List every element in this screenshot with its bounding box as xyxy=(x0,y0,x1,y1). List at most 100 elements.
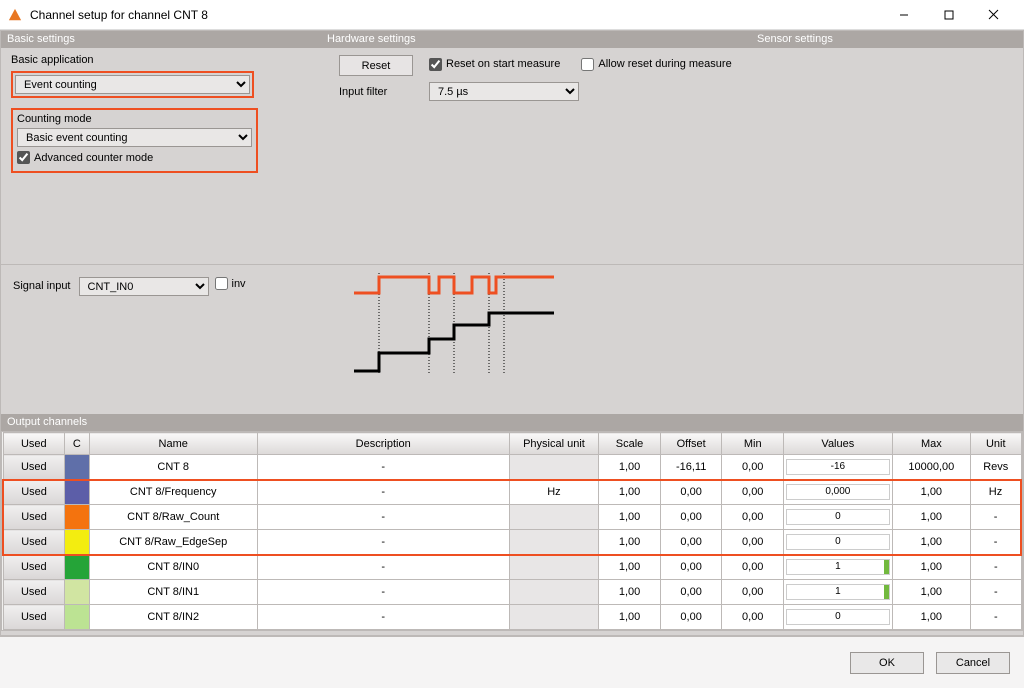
allow-reset-input[interactable] xyxy=(581,58,594,71)
scale-value[interactable]: 1,00 xyxy=(599,555,661,580)
unit-value[interactable]: - xyxy=(971,505,1021,530)
color-swatch[interactable] xyxy=(65,555,90,580)
close-button[interactable] xyxy=(971,0,1016,30)
ok-button[interactable]: OK xyxy=(850,652,924,674)
max-value[interactable]: 1,00 xyxy=(892,580,970,605)
signal-input-select[interactable]: CNT_IN0 xyxy=(79,277,209,296)
column-header[interactable]: Description xyxy=(257,433,509,455)
counting-mode-select[interactable]: Basic event counting xyxy=(17,128,252,147)
physical-unit[interactable] xyxy=(509,555,599,580)
used-button[interactable]: Used xyxy=(3,605,65,630)
physical-unit[interactable]: Hz xyxy=(509,480,599,505)
color-swatch[interactable] xyxy=(65,605,90,630)
offset-value[interactable]: 0,00 xyxy=(660,530,722,555)
channel-name[interactable]: CNT 8/Raw_EdgeSep xyxy=(89,530,257,555)
scale-value[interactable]: 1,00 xyxy=(599,480,661,505)
signal-inv-checkbox[interactable]: inv xyxy=(215,277,246,290)
scale-value[interactable]: 1,00 xyxy=(599,455,661,480)
column-header[interactable]: Values xyxy=(784,433,893,455)
unit-value[interactable]: Hz xyxy=(971,480,1021,505)
offset-value[interactable]: 0,00 xyxy=(660,555,722,580)
physical-unit[interactable] xyxy=(509,505,599,530)
offset-value[interactable]: 0,00 xyxy=(660,605,722,630)
color-swatch[interactable] xyxy=(65,455,90,480)
column-header[interactable]: Used xyxy=(3,433,65,455)
min-value[interactable]: 0,00 xyxy=(722,505,784,530)
unit-value[interactable]: - xyxy=(971,580,1021,605)
physical-unit[interactable] xyxy=(509,580,599,605)
offset-value[interactable]: 0,00 xyxy=(660,480,722,505)
physical-unit[interactable] xyxy=(509,455,599,480)
channel-name[interactable]: CNT 8/Raw_Count xyxy=(89,505,257,530)
maximize-button[interactable] xyxy=(926,0,971,30)
channel-description[interactable]: - xyxy=(257,530,509,555)
cancel-button[interactable]: Cancel xyxy=(936,652,1010,674)
used-button[interactable]: Used xyxy=(3,555,65,580)
max-value[interactable]: 1,00 xyxy=(892,480,970,505)
column-header[interactable]: Min xyxy=(722,433,784,455)
offset-value[interactable]: -16,11 xyxy=(660,455,722,480)
color-swatch[interactable] xyxy=(65,530,90,555)
reset-on-start-input[interactable] xyxy=(429,58,442,71)
max-value[interactable]: 1,00 xyxy=(892,605,970,630)
color-swatch[interactable] xyxy=(65,480,90,505)
channel-description[interactable]: - xyxy=(257,580,509,605)
reset-on-start-checkbox[interactable]: Reset on start measure xyxy=(429,58,560,71)
channel-name[interactable]: CNT 8/IN0 xyxy=(89,555,257,580)
min-value[interactable]: 0,00 xyxy=(722,530,784,555)
used-button[interactable]: Used xyxy=(3,505,65,530)
channel-name[interactable]: CNT 8 xyxy=(89,455,257,480)
column-header[interactable]: Unit xyxy=(971,433,1021,455)
column-header[interactable]: Offset xyxy=(660,433,722,455)
unit-value[interactable]: - xyxy=(971,555,1021,580)
scale-value[interactable]: 1,00 xyxy=(599,605,661,630)
channel-description[interactable]: - xyxy=(257,480,509,505)
column-header[interactable]: Max xyxy=(892,433,970,455)
top-section-header: Basic settings Hardware settings Sensor … xyxy=(1,31,1023,48)
allow-reset-checkbox[interactable]: Allow reset during measure xyxy=(581,58,731,71)
min-value[interactable]: 0,00 xyxy=(722,580,784,605)
color-swatch[interactable] xyxy=(65,505,90,530)
used-button[interactable]: Used xyxy=(3,480,65,505)
scale-value[interactable]: 1,00 xyxy=(599,580,661,605)
column-header[interactable]: Name xyxy=(89,433,257,455)
scale-value[interactable]: 1,00 xyxy=(599,505,661,530)
physical-unit[interactable] xyxy=(509,530,599,555)
channel-description[interactable]: - xyxy=(257,455,509,480)
min-value[interactable]: 0,00 xyxy=(722,605,784,630)
channel-description[interactable]: - xyxy=(257,555,509,580)
max-value[interactable]: 1,00 xyxy=(892,505,970,530)
input-filter-select[interactable]: 7.5 µs xyxy=(429,82,579,101)
unit-value[interactable]: - xyxy=(971,530,1021,555)
advanced-counter-mode-input[interactable] xyxy=(17,151,30,164)
max-value[interactable]: 1,00 xyxy=(892,530,970,555)
channel-description[interactable]: - xyxy=(257,605,509,630)
column-header[interactable]: C xyxy=(65,433,90,455)
max-value[interactable]: 1,00 xyxy=(892,555,970,580)
max-value[interactable]: 10000,00 xyxy=(892,455,970,480)
used-button[interactable]: Used xyxy=(3,455,65,480)
used-button[interactable]: Used xyxy=(3,530,65,555)
column-header[interactable]: Scale xyxy=(599,433,661,455)
used-button[interactable]: Used xyxy=(3,580,65,605)
min-value[interactable]: 0,00 xyxy=(722,480,784,505)
column-header[interactable]: Physical unit xyxy=(509,433,599,455)
scale-value[interactable]: 1,00 xyxy=(599,530,661,555)
channel-description[interactable]: - xyxy=(257,505,509,530)
minimize-button[interactable] xyxy=(881,0,926,30)
channel-name[interactable]: CNT 8/IN1 xyxy=(89,580,257,605)
basic-application-select[interactable]: Event counting xyxy=(15,75,250,94)
channel-name[interactable]: CNT 8/IN2 xyxy=(89,605,257,630)
unit-value[interactable]: - xyxy=(971,605,1021,630)
min-value[interactable]: 0,00 xyxy=(722,555,784,580)
signal-inv-input[interactable] xyxy=(215,277,228,290)
color-swatch[interactable] xyxy=(65,580,90,605)
channel-name[interactable]: CNT 8/Frequency xyxy=(89,480,257,505)
physical-unit[interactable] xyxy=(509,605,599,630)
reset-button[interactable]: Reset xyxy=(339,55,413,76)
unit-value[interactable]: Revs xyxy=(971,455,1021,480)
min-value[interactable]: 0,00 xyxy=(722,455,784,480)
offset-value[interactable]: 0,00 xyxy=(660,580,722,605)
offset-value[interactable]: 0,00 xyxy=(660,505,722,530)
advanced-counter-mode-checkbox[interactable]: Advanced counter mode xyxy=(17,151,153,164)
